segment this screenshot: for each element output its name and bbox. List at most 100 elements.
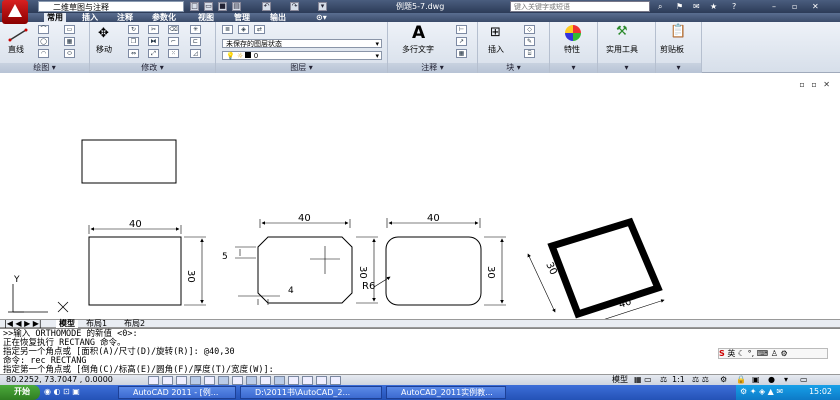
grid-display-icon[interactable] — [176, 376, 187, 385]
tab-layout1[interactable]: 布局1 — [86, 320, 107, 328]
utilities-icon[interactable]: ⚒ — [616, 24, 628, 39]
utilities-button[interactable]: 实用工具 — [606, 44, 638, 55]
dimension-icon[interactable]: ⊢ — [456, 25, 467, 34]
block-panel-label[interactable]: 块 ▾ — [478, 63, 549, 73]
more-icon[interactable]: ▾ — [318, 2, 327, 11]
ime-mode[interactable]: 英 — [727, 349, 735, 358]
current-layer-dropdown[interactable]: 💡 ☼ 0 ▾ — [222, 51, 382, 60]
search-input[interactable]: 键入关键字或短语 — [510, 1, 650, 12]
scale-icon[interactable]: ⤢ — [148, 49, 159, 58]
help-icon[interactable]: ? — [732, 2, 736, 11]
undo-icon[interactable]: ↶ — [262, 2, 271, 11]
transparency-icon[interactable] — [302, 376, 313, 385]
rectangle-icon[interactable]: ▭ — [64, 25, 75, 34]
favorites-icon[interactable]: ★ — [710, 2, 717, 11]
layers-panel-label[interactable]: 图层 ▾ — [216, 63, 387, 73]
tab-layout2[interactable]: 布局2 — [124, 320, 145, 328]
edit-attribute-icon[interactable]: ⌸ — [524, 49, 535, 58]
hardware-accel-icon[interactable]: ▣ — [752, 375, 760, 385]
filleted-rectangle-c[interactable]: 40 30 R6 — [362, 213, 506, 306]
chamfer-icon[interactable]: ◿ — [190, 49, 201, 58]
polyline-icon[interactable]: ⌒ — [38, 25, 49, 34]
comm-center-icon[interactable]: ✉ — [693, 2, 700, 11]
workspace-switch-icon[interactable]: ⚙ — [720, 375, 727, 385]
drawing-canvas[interactable]: 40 30 40 30 5 4 40 30 R6 40 30 Y — [0, 74, 840, 319]
object-snap-tracking-icon[interactable] — [246, 376, 257, 385]
fillet-icon[interactable]: ⌐ — [168, 37, 179, 46]
tab-nav-icon[interactable]: |◀ ◀ ▶ ▶| — [4, 320, 42, 328]
infer-constraints-icon[interactable] — [148, 376, 159, 385]
viewport-close-icon[interactable]: ✕ — [823, 80, 832, 89]
task-autocad[interactable]: AutoCAD 2011 - [例... — [118, 386, 236, 399]
circle-icon[interactable]: ◯ — [38, 37, 49, 46]
application-status-icon[interactable]: ▾ — [784, 375, 788, 385]
tab-manage[interactable]: 管理 — [234, 13, 250, 22]
modify-panel-label[interactable]: 修改 ▾ — [90, 63, 215, 73]
layer-properties-icon[interactable]: ≣ — [222, 25, 233, 34]
move-icon[interactable]: ✥ — [98, 26, 109, 41]
dynamic-ucs-icon[interactable] — [260, 376, 271, 385]
tab-parametric[interactable]: 参数化 — [152, 13, 176, 22]
tab-insert[interactable]: 插入 — [82, 13, 98, 22]
save-icon[interactable]: ■ — [218, 2, 227, 11]
insert-block-icon[interactable]: ⊞ — [490, 25, 501, 40]
erase-icon[interactable]: ⌫ — [168, 25, 179, 34]
mirror-icon[interactable]: ⧓ — [148, 37, 159, 46]
table-icon[interactable]: ▦ — [456, 49, 467, 58]
layer-state-dropdown[interactable]: 未保存的图层状态 ▾ — [222, 39, 382, 48]
ime-keyboard-icon[interactable]: ⌨ — [757, 349, 769, 358]
isolate-objects-icon[interactable]: ● — [768, 375, 775, 385]
ime-settings-icon[interactable]: ⚙ — [780, 349, 787, 358]
plot-icon[interactable]: ▤ — [232, 2, 241, 11]
restore-icon[interactable]: ▫ — [792, 2, 797, 11]
ime-user-icon[interactable]: ♙ — [771, 349, 778, 358]
array-icon[interactable]: ⁙ — [168, 49, 179, 58]
snap-mode-icon[interactable] — [162, 376, 173, 385]
tab-view[interactable]: 视图 — [198, 13, 214, 22]
polar-tracking-icon[interactable] — [204, 376, 215, 385]
tab-more-icon[interactable]: ⊙▾ — [316, 13, 327, 22]
minimize-icon[interactable]: – — [772, 2, 776, 11]
tab-output[interactable]: 输出 — [270, 13, 286, 22]
command-window[interactable]: >>输入 ORTHOMODE 的新值 <0>: 正在恢复执行 RECTANG 命… — [0, 328, 840, 375]
start-button[interactable]: 开始 — [0, 385, 40, 400]
line-button[interactable]: 直线 — [8, 44, 24, 55]
clipboard-icon[interactable]: 📋 — [670, 24, 686, 39]
ime-punct-icon[interactable]: °, — [748, 349, 755, 358]
rotated-wide-rectangle-d[interactable]: 40 30 — [527, 217, 665, 319]
hatch-icon[interactable]: ▦ — [64, 37, 75, 46]
offset-icon[interactable]: ⊏ — [190, 37, 201, 46]
line-icon[interactable] — [8, 28, 28, 42]
search-icon[interactable]: ⌕ — [658, 2, 662, 12]
new-icon[interactable]: □ — [190, 2, 199, 11]
close-icon[interactable]: ✕ — [812, 2, 819, 11]
model-space-button[interactable]: 模型 — [612, 375, 628, 385]
draw-panel-label[interactable]: 绘图 ▾ — [0, 63, 89, 73]
move-button[interactable]: 移动 — [96, 44, 112, 55]
viewport-minimize-icon[interactable]: ▫ — [799, 80, 806, 89]
ime-logo-icon[interactable]: S — [719, 349, 725, 358]
task-folder[interactable]: D:\2011书\AutoCAD_2... — [240, 386, 382, 399]
create-block-icon[interactable]: ◇ — [524, 25, 535, 34]
mtext-icon[interactable]: A — [412, 23, 425, 43]
tab-model[interactable]: 模型 — [56, 320, 78, 328]
annotation-visibility-icon[interactable]: ⚖ ⚖ — [692, 375, 709, 385]
annotation-panel-label[interactable]: 注释 ▾ — [388, 63, 477, 73]
annotation-scale[interactable]: 1:1 — [672, 375, 685, 385]
open-icon[interactable]: ▭ — [204, 2, 213, 11]
dynamic-input-icon[interactable] — [274, 376, 285, 385]
color-wheel-icon[interactable] — [564, 24, 582, 42]
quicklaunch-icons[interactable]: ◉ ◐ ⊡ ▣ — [44, 385, 80, 399]
rectangle-a[interactable]: 40 30 — [88, 219, 206, 306]
edit-block-icon[interactable]: ✎ — [524, 37, 535, 46]
trim-icon[interactable]: ✂ — [148, 25, 159, 34]
quick-properties-icon[interactable] — [316, 376, 327, 385]
tray-icons[interactable]: ⚙ ✦ ◈ ▲ ✉ — [740, 385, 783, 399]
task-document[interactable]: AutoCAD_2011实例教... — [386, 386, 506, 399]
arc-icon[interactable]: ◠ — [38, 49, 49, 58]
selection-cycling-icon[interactable] — [330, 376, 341, 385]
leader-icon[interactable]: ↗ — [456, 37, 467, 46]
copy-icon[interactable]: ❐ — [128, 37, 139, 46]
ime-moon-icon[interactable]: ☾ — [738, 349, 745, 358]
clipboard-panel-label[interactable]: ▾ — [656, 63, 701, 73]
